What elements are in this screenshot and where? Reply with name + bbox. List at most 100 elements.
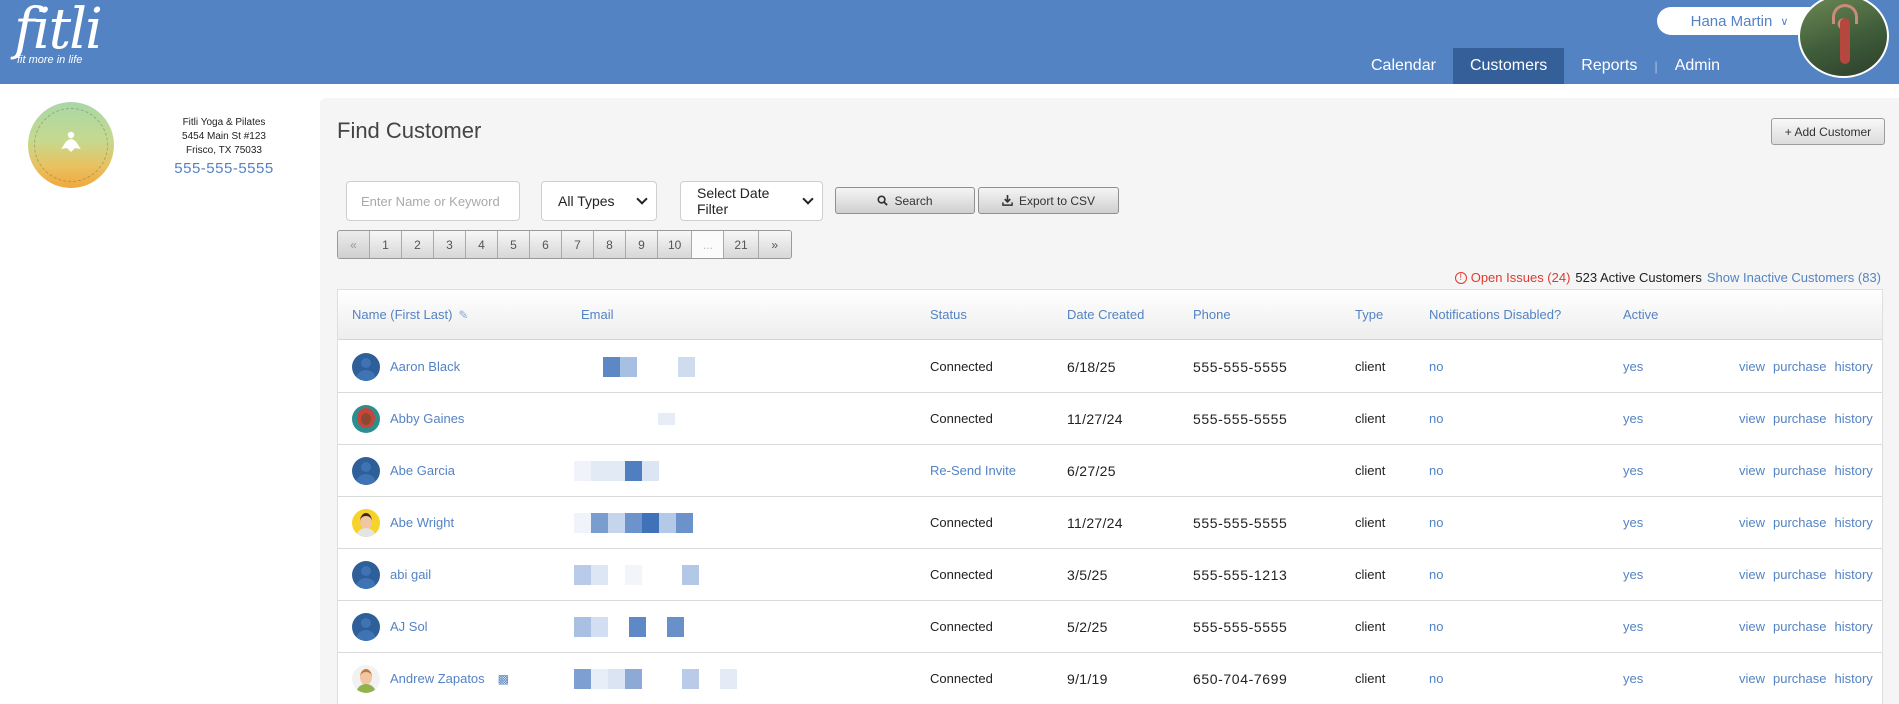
col-type[interactable]: Type bbox=[1355, 307, 1383, 322]
add-customer-button[interactable]: + Add Customer bbox=[1771, 118, 1885, 145]
studio-phone[interactable]: 555-555-5555 bbox=[150, 158, 298, 180]
type: client bbox=[1355, 671, 1386, 686]
history-link[interactable]: history bbox=[1835, 411, 1873, 426]
customer-name-cell[interactable]: Andrew Zapatos ▩ bbox=[352, 653, 509, 704]
page-6[interactable]: 6 bbox=[530, 231, 562, 258]
notifications-disabled[interactable]: no bbox=[1429, 549, 1443, 600]
page-prev[interactable]: « bbox=[338, 231, 370, 258]
purchase-link[interactable]: purchase bbox=[1773, 359, 1826, 374]
page-10[interactable]: 10 bbox=[658, 231, 693, 258]
resend-invite-link[interactable]: Re-Send Invite bbox=[930, 445, 1016, 496]
col-phone[interactable]: Phone bbox=[1193, 307, 1231, 322]
purchase-link[interactable]: purchase bbox=[1773, 619, 1826, 634]
page-2[interactable]: 2 bbox=[402, 231, 434, 258]
view-link[interactable]: view bbox=[1739, 359, 1765, 374]
nav-reports[interactable]: Reports bbox=[1564, 48, 1654, 84]
page-3[interactable]: 3 bbox=[434, 231, 466, 258]
customer-name-cell[interactable]: Abby Gaines bbox=[352, 393, 464, 444]
active[interactable]: yes bbox=[1623, 445, 1643, 496]
history-link[interactable]: history bbox=[1835, 619, 1873, 634]
page-1[interactable]: 1 bbox=[370, 231, 402, 258]
customer-name[interactable]: Andrew Zapatos bbox=[390, 671, 485, 686]
history-link[interactable]: history bbox=[1835, 671, 1873, 686]
col-notifications[interactable]: Notifications Disabled? bbox=[1429, 307, 1561, 322]
active[interactable]: yes bbox=[1623, 601, 1643, 652]
view-link[interactable]: view bbox=[1739, 619, 1765, 634]
purchase-link[interactable]: purchase bbox=[1773, 411, 1826, 426]
customer-name[interactable]: Abby Gaines bbox=[390, 411, 464, 426]
page-7[interactable]: 7 bbox=[562, 231, 594, 258]
studio-logo bbox=[28, 102, 114, 188]
customer-name[interactable]: Abe Wright bbox=[390, 515, 454, 530]
customer-name-cell[interactable]: Abe Wright bbox=[352, 497, 454, 548]
page-5[interactable]: 5 bbox=[498, 231, 530, 258]
history-link[interactable]: history bbox=[1835, 567, 1873, 582]
col-name[interactable]: Name (First Last) ✎ bbox=[352, 307, 468, 322]
show-inactive-link[interactable]: Show Inactive Customers (83) bbox=[1707, 270, 1881, 285]
col-status[interactable]: Status bbox=[930, 307, 967, 322]
customer-name-cell[interactable]: abi gail bbox=[352, 549, 431, 600]
customer-name[interactable]: AJ Sol bbox=[390, 619, 428, 634]
pencil-icon[interactable]: ✎ bbox=[458, 308, 468, 322]
nav-calendar[interactable]: Calendar bbox=[1354, 48, 1453, 84]
purchase-link[interactable]: purchase bbox=[1773, 463, 1826, 478]
customer-name-cell[interactable]: AJ Sol bbox=[352, 601, 428, 652]
customer-name[interactable]: Abe Garcia bbox=[390, 463, 455, 478]
date-filter-select[interactable]: Select Date Filter bbox=[680, 181, 823, 221]
customer-name[interactable]: Aaron Black bbox=[390, 359, 460, 374]
search-input[interactable] bbox=[346, 181, 520, 221]
customer-name[interactable]: abi gail bbox=[390, 567, 431, 582]
active[interactable]: yes bbox=[1623, 393, 1643, 444]
search-button[interactable]: Search bbox=[835, 187, 975, 214]
page-8[interactable]: 8 bbox=[594, 231, 626, 258]
purchase-link[interactable]: purchase bbox=[1773, 515, 1826, 530]
col-date-created[interactable]: Date Created bbox=[1067, 307, 1144, 322]
col-email[interactable]: Email bbox=[581, 307, 614, 322]
nav-customers[interactable]: Customers bbox=[1452, 48, 1565, 84]
notifications-disabled[interactable]: no bbox=[1429, 393, 1443, 444]
view-link[interactable]: view bbox=[1739, 567, 1765, 582]
open-issues-label: Open Issues (24) bbox=[1470, 270, 1571, 285]
active[interactable]: yes bbox=[1623, 497, 1643, 548]
notifications-disabled[interactable]: no bbox=[1429, 497, 1443, 548]
customer-table: Name (First Last) ✎ Email Status Date Cre… bbox=[337, 289, 1883, 704]
history-link[interactable]: history bbox=[1835, 515, 1873, 530]
page-title: Find Customer bbox=[337, 118, 482, 143]
type: client bbox=[1355, 463, 1386, 478]
page-next[interactable]: » bbox=[758, 231, 791, 258]
view-link[interactable]: view bbox=[1739, 671, 1765, 686]
nav-admin[interactable]: Admin bbox=[1658, 48, 1737, 84]
page-last[interactable]: 21 bbox=[724, 231, 759, 258]
view-link[interactable]: view bbox=[1739, 515, 1765, 530]
phone: 650-704-7699 bbox=[1193, 670, 1288, 687]
export-csv-button[interactable]: Export to CSV bbox=[978, 187, 1119, 214]
purchase-link[interactable]: purchase bbox=[1773, 567, 1826, 582]
table-row: Andrew Zapatos ▩ Connected 9/1/19 650-704… bbox=[338, 653, 1882, 704]
active[interactable]: yes bbox=[1623, 341, 1643, 392]
view-link[interactable]: view bbox=[1739, 411, 1765, 426]
user-avatar[interactable] bbox=[1798, 0, 1889, 78]
status: Connected bbox=[930, 619, 993, 634]
history-link[interactable]: history bbox=[1835, 359, 1873, 374]
history-link[interactable]: history bbox=[1835, 463, 1873, 478]
customer-name-cell[interactable]: Abe Garcia bbox=[352, 445, 455, 496]
notifications-disabled[interactable]: no bbox=[1429, 653, 1443, 704]
view-link[interactable]: view bbox=[1739, 463, 1765, 478]
page-4[interactable]: 4 bbox=[466, 231, 498, 258]
fitli-logo[interactable]: fitli fit more in life bbox=[14, 2, 103, 67]
family-icon: ▩ bbox=[497, 671, 510, 686]
notifications-disabled[interactable]: no bbox=[1429, 601, 1443, 652]
active[interactable]: yes bbox=[1623, 549, 1643, 600]
page-9[interactable]: 9 bbox=[626, 231, 658, 258]
user-avatar-icon bbox=[352, 456, 380, 485]
type-select[interactable]: All Types bbox=[541, 181, 657, 221]
table-row: Aaron Black Connected 6/18/25 555-555-55… bbox=[338, 341, 1882, 393]
notifications-disabled[interactable]: no bbox=[1429, 445, 1443, 496]
alert-icon: ! bbox=[1454, 271, 1467, 284]
notifications-disabled[interactable]: no bbox=[1429, 341, 1443, 392]
open-issues-link[interactable]: ! Open Issues (24) bbox=[1454, 270, 1571, 285]
active[interactable]: yes bbox=[1623, 653, 1643, 704]
col-active[interactable]: Active bbox=[1623, 307, 1658, 322]
customer-name-cell[interactable]: Aaron Black bbox=[352, 341, 460, 392]
purchase-link[interactable]: purchase bbox=[1773, 671, 1826, 686]
